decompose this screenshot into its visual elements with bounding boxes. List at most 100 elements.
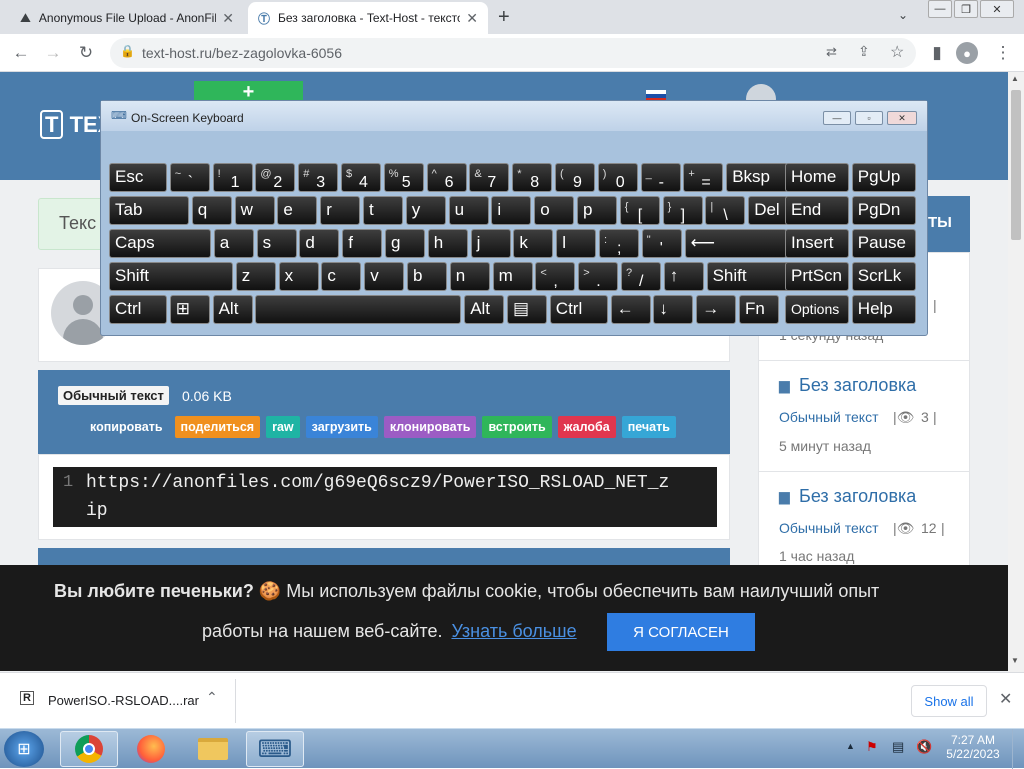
learn-more-link[interactable]: Узнать больше bbox=[451, 621, 576, 641]
paste-type-link[interactable]: Обычный текст bbox=[779, 520, 879, 536]
paste-action-button[interactable]: встроить bbox=[482, 416, 552, 438]
osk-key[interactable]: j bbox=[470, 229, 511, 258]
osk-key[interactable]: ~ ` bbox=[169, 163, 210, 192]
osk-key[interactable]: #3 bbox=[298, 163, 339, 192]
code-block[interactable]: 1 https://anonfiles.com/g69eQ6scz9/Power… bbox=[53, 467, 717, 527]
osk-key[interactable]: Shift bbox=[109, 262, 233, 291]
scroll-up-icon[interactable]: ▲ bbox=[1011, 74, 1019, 83]
osk-key[interactable]: }] bbox=[662, 196, 703, 225]
osk-key[interactable]: Shift bbox=[706, 262, 791, 291]
osk-key[interactable]: Esc bbox=[109, 163, 167, 192]
back-arrow-icon[interactable]: ← bbox=[8, 40, 34, 66]
url-text[interactable]: text-host.ru/bez-zagolovka-6056 bbox=[142, 45, 342, 61]
osk-key[interactable]: z bbox=[235, 262, 276, 291]
osk-key[interactable]: o bbox=[534, 196, 575, 225]
osk-key[interactable]: l bbox=[556, 229, 597, 258]
osk-key[interactable]: ScrLk bbox=[851, 262, 916, 291]
volume-muted-icon[interactable]: 🔇 bbox=[916, 739, 932, 755]
osk-key[interactable]: PgUp bbox=[851, 163, 916, 192]
download-item[interactable]: R PowerISO.-RSLOAD....rar ⌃ bbox=[12, 679, 236, 723]
osk-key[interactable]: b bbox=[407, 262, 447, 291]
translate-icon[interactable]: ⇄ bbox=[826, 44, 837, 60]
osk-key[interactable]: s bbox=[256, 229, 297, 258]
osk-key[interactable]: g bbox=[385, 229, 425, 258]
chrome-taskbar-icon[interactable] bbox=[60, 731, 118, 767]
osk-key[interactable]: (9 bbox=[555, 163, 595, 192]
osk-key[interactable]: " ' bbox=[641, 229, 682, 258]
osk-key[interactable]: r bbox=[320, 196, 361, 225]
osk-key[interactable]: ⊞ bbox=[169, 295, 210, 324]
osk-key[interactable]: Alt bbox=[212, 295, 253, 324]
osk-taskbar-icon[interactable]: ⌨ bbox=[246, 731, 304, 767]
osk-key[interactable]: y bbox=[405, 196, 446, 225]
new-tab-button[interactable]: + bbox=[498, 6, 510, 29]
osk-key[interactable]: | \ bbox=[705, 196, 746, 225]
scroll-down-icon[interactable]: ▼ bbox=[1011, 656, 1019, 665]
osk-key[interactable]: → bbox=[696, 295, 737, 324]
osk-key[interactable]: Del bbox=[748, 196, 789, 225]
tab-close-icon[interactable]: ✕ bbox=[222, 10, 234, 27]
osk-key[interactable]: PrtScn bbox=[785, 262, 849, 291]
osk-key[interactable]: a bbox=[213, 229, 254, 258]
osk-restore-button[interactable]: ▫ bbox=[855, 111, 883, 125]
osk-key[interactable]: Bksp bbox=[726, 163, 789, 192]
osk-key[interactable]: ▤ bbox=[507, 295, 547, 324]
forward-arrow-icon[interactable]: → bbox=[40, 40, 66, 66]
osk-key[interactable]: q bbox=[191, 196, 232, 225]
osk-key[interactable]: Fn bbox=[739, 295, 779, 324]
share-icon[interactable]: ⇪ bbox=[858, 43, 870, 60]
osk-key[interactable]: x bbox=[278, 262, 319, 291]
osk-key[interactable]: * 8 bbox=[512, 163, 553, 192]
paste-title-link[interactable]: Без заголовка bbox=[799, 375, 916, 396]
osk-key[interactable]: >. bbox=[578, 262, 619, 291]
osk-key[interactable]: ) 0 bbox=[597, 163, 638, 192]
osk-key[interactable]: m bbox=[492, 262, 533, 291]
osk-key[interactable]: PgDn bbox=[851, 196, 916, 225]
osk-key[interactable]: ↑ bbox=[663, 262, 704, 291]
osk-key[interactable]: ↓ bbox=[653, 295, 694, 324]
osk-key[interactable]: <, bbox=[535, 262, 576, 291]
osk-key[interactable]: + = bbox=[683, 163, 724, 192]
show-all-downloads-button[interactable]: Show all bbox=[911, 685, 987, 717]
osk-key[interactable]: ← bbox=[610, 295, 651, 324]
osk-key[interactable]: k bbox=[513, 229, 554, 258]
show-desktop-button[interactable] bbox=[1012, 729, 1024, 769]
reload-icon[interactable]: ↻ bbox=[73, 40, 99, 66]
menu-kebab-icon[interactable]: ⋮ bbox=[990, 40, 1016, 66]
osk-key[interactable]: $4 bbox=[341, 163, 381, 192]
osk-key[interactable]: t bbox=[363, 196, 403, 225]
paste-title-link[interactable]: Без заголовка bbox=[799, 486, 916, 507]
osk-key[interactable]: Alt bbox=[464, 295, 505, 324]
close-window-button[interactable]: ✕ bbox=[980, 0, 1014, 18]
osk-key[interactable]: Options bbox=[785, 295, 849, 324]
lock-icon[interactable]: 🔒 bbox=[120, 44, 135, 58]
osk-key[interactable]: e bbox=[277, 196, 318, 225]
close-download-bar-button[interactable]: ✕ bbox=[999, 689, 1012, 709]
paste-action-button[interactable]: жалоба bbox=[557, 416, 616, 438]
address-bar[interactable]: 🔒 text-host.ru/bez-zagolovka-6056 ⇄ ⇪ ☆ bbox=[110, 38, 916, 68]
osk-key[interactable]: w bbox=[234, 196, 275, 225]
paste-action-button[interactable]: загрузить bbox=[305, 416, 378, 438]
paste-action-button[interactable]: клонировать bbox=[383, 416, 477, 438]
osk-key[interactable]: d bbox=[299, 229, 340, 258]
osk-minimize-button[interactable]: — bbox=[823, 111, 851, 125]
osk-close-button[interactable]: ✕ bbox=[887, 111, 917, 125]
firefox-taskbar-icon[interactable] bbox=[122, 731, 180, 767]
osk-key[interactable]: @2 bbox=[255, 163, 296, 192]
osk-key[interactable] bbox=[255, 295, 462, 324]
download-chevron-icon[interactable]: ⌃ bbox=[206, 689, 218, 706]
osk-key[interactable]: i bbox=[491, 196, 532, 225]
osk-key[interactable]: & 7 bbox=[469, 163, 510, 192]
osk-key[interactable]: Ctrl bbox=[109, 295, 167, 324]
osk-title-bar[interactable]: ⌨ On-Screen Keyboard — ▫ ✕ bbox=[101, 101, 927, 131]
osk-key[interactable]: Help bbox=[851, 295, 916, 324]
osk-key[interactable]: p bbox=[577, 196, 617, 225]
side-panel-icon[interactable]: ▮ bbox=[924, 40, 950, 66]
tab-search-chevron-icon[interactable]: ⌄ bbox=[898, 8, 908, 22]
osk-key[interactable]: ! 1 bbox=[212, 163, 253, 192]
profile-avatar-icon[interactable]: ● bbox=[956, 42, 978, 64]
osk-key[interactable]: % 5 bbox=[383, 163, 424, 192]
osk-key[interactable]: u bbox=[448, 196, 489, 225]
accept-cookies-button[interactable]: Я СОГЛАСЕН bbox=[607, 613, 755, 651]
osk-key[interactable]: Pause bbox=[851, 229, 916, 258]
